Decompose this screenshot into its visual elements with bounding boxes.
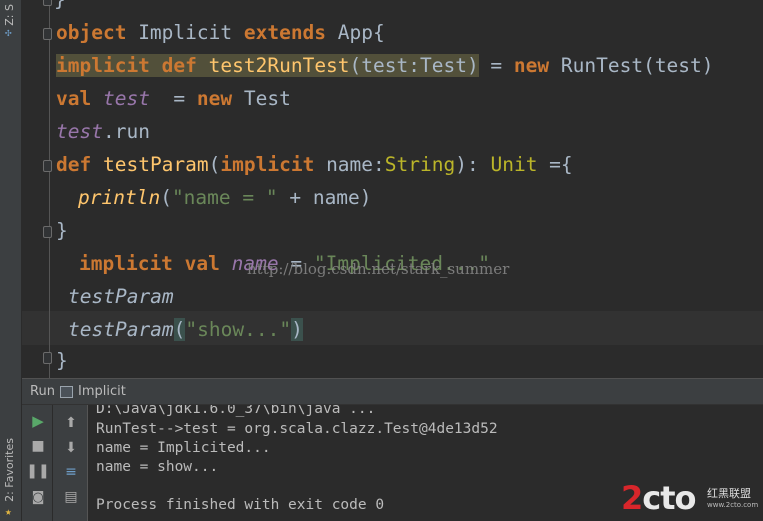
- code-line-4: test.run: [56, 120, 150, 143]
- code-line-2: implicit def test2RunTest(test:Test) = n…: [56, 54, 714, 77]
- fold-marker[interactable]: [43, 160, 52, 172]
- gutter-divider: [49, 0, 50, 378]
- code-line-1: object Implicit extends App{: [56, 21, 385, 44]
- fold-marker[interactable]: [43, 226, 52, 238]
- code-line-9: testParam: [68, 285, 174, 308]
- favorites-tab[interactable]: 2: Favorites: [3, 438, 16, 502]
- code-line-6: println("name = " + name): [78, 186, 372, 209]
- rerun-icon[interactable]: ▶: [28, 411, 48, 431]
- run-toolbar-primary: ▶ ■ ❚❚ ◙: [22, 405, 53, 521]
- camera-icon[interactable]: ◙: [28, 487, 48, 507]
- code-line-0: }: [54, 0, 66, 14]
- down-arrow-icon[interactable]: ⬇: [61, 438, 81, 458]
- code-line-3: val test = new Test: [56, 87, 291, 110]
- fold-marker[interactable]: [43, 28, 52, 40]
- soft-wrap-icon[interactable]: ≡: [61, 462, 81, 482]
- console-line: RunTest-->test = org.scala.clazz.Test@4d…: [96, 421, 498, 437]
- pause-icon[interactable]: ❚❚: [26, 461, 49, 481]
- site-logo: 2cto 红黑联盟 www.2cto.com: [621, 479, 759, 519]
- run-config-icon: [60, 386, 73, 398]
- console-line: D:\Java\jdk1.6.0_37\bin\java ...: [96, 405, 376, 417]
- run-panel-header: Run Implicit: [22, 378, 763, 405]
- console-line: name = Implicited...: [96, 440, 271, 456]
- code-line-10: testParam("show..."): [68, 318, 303, 341]
- run-config-name[interactable]: Implicit: [78, 384, 126, 399]
- fold-marker[interactable]: [43, 352, 52, 364]
- structure-icon: ✣: [5, 26, 12, 39]
- code-line-7: }: [56, 219, 68, 242]
- code-editor[interactable]: } object Implicit extends App{ implicit …: [22, 0, 763, 378]
- watermark: http://blog.csdn.net/stark_summer: [247, 260, 510, 278]
- star-icon: ★: [5, 505, 12, 518]
- logo-wordmark: 2cto: [621, 479, 697, 517]
- logo-subtitle: 红黑联盟: [707, 487, 751, 500]
- code-line-5: def testParam(implicit name:String): Uni…: [56, 153, 573, 176]
- code-line-11: }: [56, 349, 68, 372]
- left-tool-strip: Z: S ✣ 2: Favorites ★: [0, 0, 22, 521]
- console-line: name = show...: [96, 459, 219, 475]
- fold-marker[interactable]: [43, 0, 52, 6]
- structure-tab[interactable]: Z: S: [3, 4, 16, 26]
- run-toolbar-secondary: ⬆ ⬇ ≡ ▤: [53, 405, 88, 521]
- up-arrow-icon[interactable]: ⬆: [61, 413, 81, 433]
- run-tab-label[interactable]: Run: [30, 384, 55, 399]
- print-icon[interactable]: ▤: [61, 487, 81, 507]
- console-line: Process finished with exit code 0: [96, 497, 385, 513]
- logo-url: www.2cto.com: [707, 501, 759, 509]
- stop-icon[interactable]: ■: [28, 436, 48, 456]
